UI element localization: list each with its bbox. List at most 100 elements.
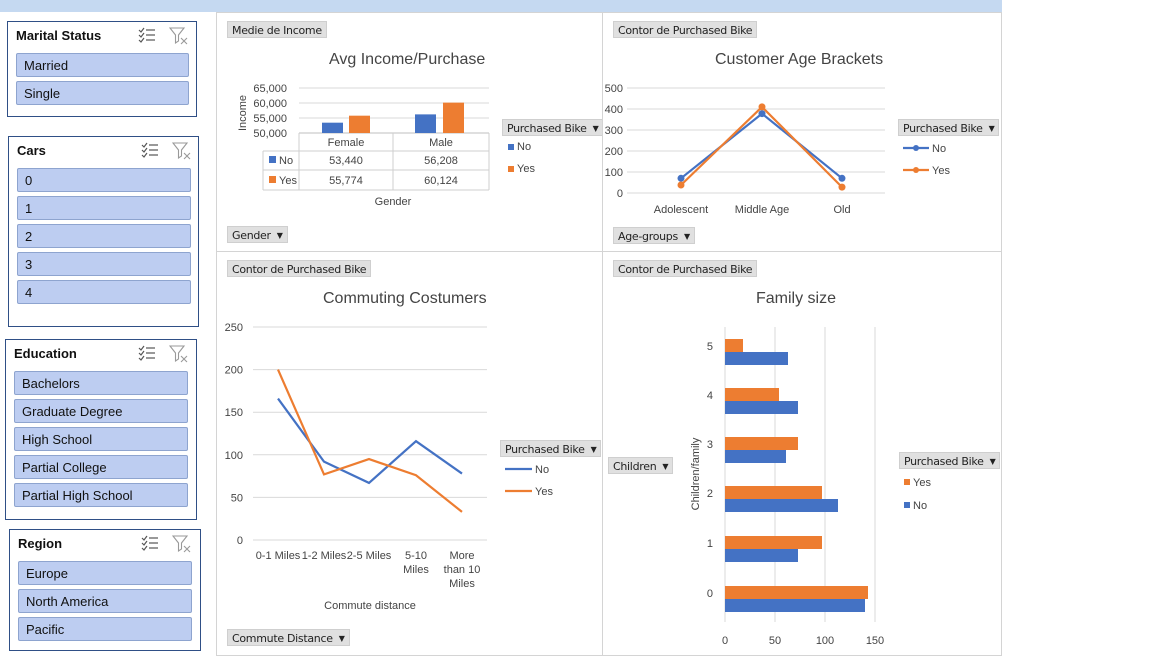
slicer-header: Marital Status: [8, 22, 196, 50]
bar-no: [725, 401, 798, 414]
multi-select-icon[interactable]: [141, 142, 159, 158]
y-tick-label: 150: [225, 407, 243, 419]
slicer-item-europe[interactable]: Europe: [18, 561, 192, 585]
category-label: Male: [429, 137, 453, 149]
bar-no: [725, 352, 788, 365]
data-point-no: [677, 174, 685, 182]
x-axis-label: Commute distance: [324, 600, 416, 612]
axis-field-button[interactable]: Commute Distance ▼: [227, 629, 350, 646]
y-tick-label: 65,000: [253, 83, 287, 95]
slicer-item-pacific[interactable]: Pacific: [18, 617, 192, 641]
slicer-item-north-america[interactable]: North America: [18, 589, 192, 613]
dropdown-arrow-icon: ▼: [276, 231, 283, 240]
dropdown-arrow-icon: ▼: [988, 124, 995, 133]
legend-key-yes: [904, 479, 910, 485]
y-tick-label: 500: [605, 83, 623, 95]
x-tick-label: Adolescent: [654, 204, 708, 216]
slicer-item-graduate-degree[interactable]: Graduate Degree: [14, 399, 188, 423]
button-label: Purchased Bike: [507, 122, 587, 135]
bar-yes: [443, 102, 464, 133]
x-tick-label: 1-2 Miles: [302, 550, 347, 562]
series-line-yes: [276, 369, 463, 513]
table-cell: 53,440: [329, 155, 363, 167]
y-tick-label: 4: [707, 390, 713, 402]
slicer-item-high-school[interactable]: High School: [14, 427, 188, 451]
slicer-header: Cars: [9, 137, 198, 165]
dropdown-arrow-icon: ▼: [592, 124, 599, 133]
button-label: Purchased Bike: [505, 443, 585, 456]
y-axis-label: Income: [237, 95, 249, 131]
slicer-item-cars-3[interactable]: 3: [17, 252, 191, 276]
button-label: Purchased Bike: [903, 122, 983, 135]
axis-field-button[interactable]: Age-groups ▼: [613, 227, 695, 244]
legend-label: No: [913, 500, 927, 512]
clear-filter-icon[interactable]: [172, 535, 192, 553]
y-axis-label: Children/family: [690, 437, 702, 510]
category-label: Female: [328, 137, 365, 149]
table-series-label: No: [279, 155, 293, 167]
slicer-item-partial-college[interactable]: Partial College: [14, 455, 188, 479]
x-tick-label: 0-1 Miles: [256, 550, 301, 562]
slicer-item-partial-high-school[interactable]: Partial High School: [14, 483, 188, 507]
button-label: Purchased Bike: [904, 455, 984, 468]
legend-label: No: [517, 141, 531, 153]
x-tick-label: 150: [866, 635, 884, 647]
slicer-item-cars-4[interactable]: 4: [17, 280, 191, 304]
y-tick-label: 50: [231, 492, 243, 504]
legend-field-button[interactable]: Purchased Bike ▼: [500, 440, 602, 457]
slicer-title: Education: [14, 346, 77, 361]
data-point-yes: [838, 183, 846, 191]
bar-yes: [725, 339, 743, 352]
x-tick-label: More: [449, 550, 474, 562]
slicer-title: Region: [18, 536, 63, 551]
multi-select-icon[interactable]: [138, 345, 156, 361]
clear-filter-icon[interactable]: [172, 142, 192, 160]
axis-field-button[interactable]: Gender ▼: [227, 226, 288, 243]
multi-select-icon[interactable]: [138, 27, 156, 43]
y-tick-label: 1: [707, 538, 713, 550]
axis-field-button[interactable]: Children ▼: [608, 457, 674, 474]
button-label: Gender: [232, 229, 271, 242]
y-tick-label: 100: [605, 167, 623, 179]
x-tick-label: 5-10: [405, 550, 427, 562]
bar-yes: [725, 586, 868, 599]
series-line-no: [680, 112, 843, 180]
chart-panel-commute: Contor de Purchased Bike Commuting Costu…: [216, 251, 603, 656]
x-tick-label: 100: [816, 635, 834, 647]
y-tick-label: 0: [707, 588, 713, 600]
x-tick-label: 2-5 Miles: [347, 550, 392, 562]
slicer-item-bachelors[interactable]: Bachelors: [14, 371, 188, 395]
x-tick-label: Old: [833, 204, 850, 216]
slicer-item-cars-0[interactable]: 0: [17, 168, 191, 192]
x-tick-label: 50: [769, 635, 781, 647]
multi-select-icon[interactable]: [141, 535, 159, 551]
bar-no: [322, 122, 343, 133]
legend-field-button[interactable]: Purchased Bike ▼: [502, 119, 604, 136]
y-tick-label: 300: [605, 125, 623, 137]
slicer-item-cars-1[interactable]: 1: [17, 196, 191, 220]
slicer-item-married[interactable]: Married: [16, 53, 189, 77]
y-tick-label: 0: [237, 535, 243, 547]
slicer-item-cars-2[interactable]: 2: [17, 224, 191, 248]
table-legend-key-no: [269, 156, 276, 163]
clear-filter-icon[interactable]: [169, 27, 189, 45]
legend-field-button[interactable]: Purchased Bike ▼: [899, 452, 1001, 469]
data-point-no: [838, 174, 846, 182]
clear-filter-icon[interactable]: [169, 345, 189, 363]
bar-no: [725, 599, 865, 612]
y-tick-label: 50,000: [253, 128, 287, 140]
series-line-no: [277, 397, 463, 485]
x-tick-label: 0: [722, 635, 728, 647]
legend-key-no: [904, 502, 910, 508]
data-point-yes: [677, 181, 685, 189]
y-tick-label: 2: [707, 488, 713, 500]
button-label: Children: [613, 460, 657, 473]
y-tick-label: 200: [225, 365, 243, 377]
slicer-item-single[interactable]: Single: [16, 81, 189, 105]
x-tick-label: Middle Age: [735, 204, 789, 216]
bar-yes: [725, 388, 779, 401]
slicer-marital-status: Marital Status Married Single: [7, 21, 197, 117]
legend-field-button[interactable]: Purchased Bike ▼: [898, 119, 1000, 136]
legend-label: Yes: [517, 163, 535, 175]
chart-panel-income: Medie de Income Avg Income/Purchase 65,0…: [216, 12, 604, 252]
